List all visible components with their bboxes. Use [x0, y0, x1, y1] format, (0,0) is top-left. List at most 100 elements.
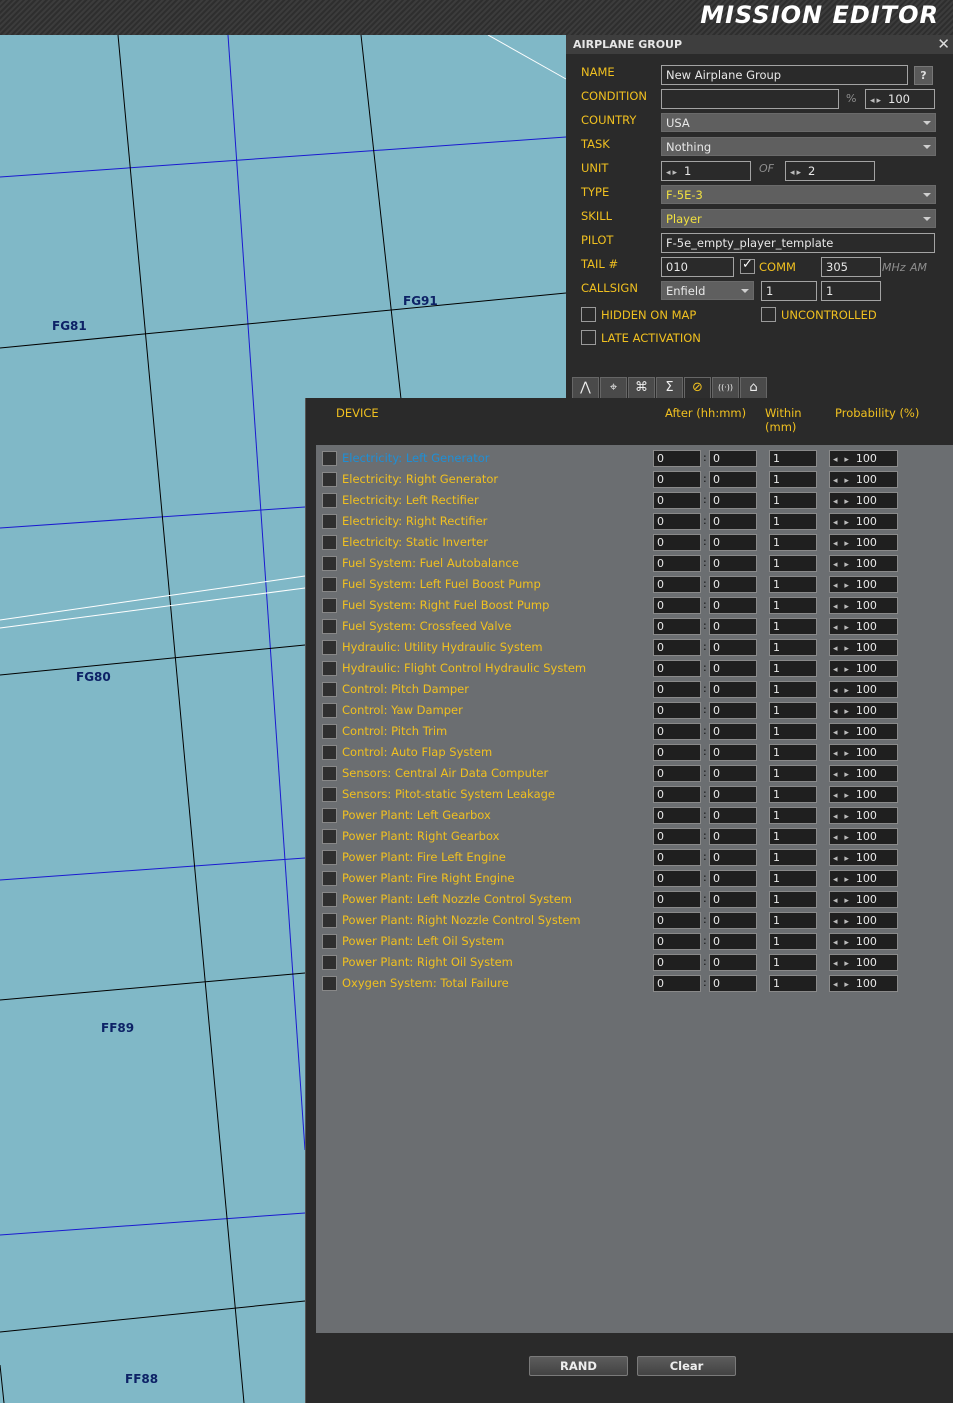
within-field[interactable]: 1 [769, 744, 817, 761]
failure-enable-checkbox[interactable] [322, 766, 337, 781]
payload-icon[interactable]: ⌂ [740, 377, 767, 399]
within-field[interactable]: 1 [769, 849, 817, 866]
failure-enable-checkbox[interactable] [322, 787, 337, 802]
failure-row[interactable]: Sensors: Central Air Data Computer 0:0 1 ◂ … [316, 763, 953, 784]
late-activation-checkbox[interactable] [581, 330, 596, 345]
after-minutes-field[interactable]: 0 [709, 891, 757, 908]
pilot-field[interactable]: F-5e_empty_player_template [661, 233, 935, 253]
failure-enable-checkbox[interactable] [322, 619, 337, 634]
after-hours-field[interactable]: 0 [653, 912, 701, 929]
within-field[interactable]: 1 [769, 807, 817, 824]
unit-index-spinner[interactable]: ◂▸ 1 [661, 161, 751, 181]
spinner-arrows-icon[interactable]: ◂ ▸ [833, 728, 851, 738]
spinner-arrows-icon[interactable]: ◂ ▸ [833, 812, 851, 822]
probability-spinner[interactable]: ◂ ▸ 100 [829, 849, 898, 866]
probability-spinner[interactable]: ◂ ▸ 100 [829, 555, 898, 572]
after-hours-field[interactable]: 0 [653, 870, 701, 887]
failure-enable-checkbox[interactable] [322, 892, 337, 907]
within-field[interactable]: 1 [769, 639, 817, 656]
frequency-field[interactable]: 305 [821, 257, 881, 277]
failure-enable-checkbox[interactable] [322, 535, 337, 550]
spinner-arrows-icon[interactable]: ◂ ▸ [833, 602, 851, 612]
comm-checkbox[interactable] [740, 257, 755, 274]
failure-row[interactable]: Control: Yaw Damper 0:0 1 ◂ ▸ 100 [316, 700, 953, 721]
within-field[interactable]: 1 [769, 891, 817, 908]
task-select[interactable]: Nothing [661, 137, 936, 156]
probability-spinner[interactable]: ◂ ▸ 100 [829, 660, 898, 677]
failure-enable-checkbox[interactable] [322, 514, 337, 529]
probability-spinner[interactable]: ◂ ▸ 100 [829, 450, 898, 467]
within-field[interactable]: 1 [769, 765, 817, 782]
condition-field[interactable] [661, 89, 839, 109]
probability-spinner[interactable]: ◂ ▸ 100 [829, 492, 898, 509]
failure-enable-checkbox[interactable] [322, 472, 337, 487]
country-select[interactable]: USA [661, 113, 936, 132]
spinner-arrows-icon[interactable]: ◂ ▸ [833, 476, 851, 486]
condition-percent-spinner[interactable]: ◂▸ 100 [865, 89, 935, 109]
after-minutes-field[interactable]: 0 [709, 639, 757, 656]
after-hours-field[interactable]: 0 [653, 681, 701, 698]
after-minutes-field[interactable]: 0 [709, 933, 757, 950]
name-field[interactable]: New Airplane Group [661, 65, 908, 85]
spinner-arrows-icon[interactable]: ◂ ▸ [833, 875, 851, 885]
spinner-arrows-icon[interactable]: ◂▸ [870, 96, 883, 106]
within-field[interactable]: 1 [769, 870, 817, 887]
failure-row[interactable]: Oxygen System: Total Failure 0:0 1 ◂ ▸ 100 [316, 973, 953, 994]
after-hours-field[interactable]: 0 [653, 450, 701, 467]
spinner-arrows-icon[interactable]: ◂ ▸ [833, 917, 851, 927]
after-minutes-field[interactable]: 0 [709, 492, 757, 509]
close-icon[interactable]: ✕ [937, 35, 950, 53]
within-field[interactable]: 1 [769, 471, 817, 488]
probability-spinner[interactable]: ◂ ▸ 100 [829, 891, 898, 908]
after-minutes-field[interactable]: 0 [709, 597, 757, 614]
after-hours-field[interactable]: 0 [653, 660, 701, 677]
failure-enable-checkbox[interactable] [322, 808, 337, 823]
spinner-arrows-icon[interactable]: ◂ ▸ [833, 518, 851, 528]
callsign-select[interactable]: Enfield [661, 281, 754, 300]
failure-enable-checkbox[interactable] [322, 871, 337, 886]
failure-row[interactable]: Fuel System: Crossfeed Valve 0:0 1 ◂ ▸ 100 [316, 616, 953, 637]
probability-spinner[interactable]: ◂ ▸ 100 [829, 786, 898, 803]
after-hours-field[interactable]: 0 [653, 618, 701, 635]
probability-spinner[interactable]: ◂ ▸ 100 [829, 639, 898, 656]
failure-enable-checkbox[interactable] [322, 829, 337, 844]
failure-enable-checkbox[interactable] [322, 934, 337, 949]
within-field[interactable]: 1 [769, 954, 817, 971]
after-hours-field[interactable]: 0 [653, 534, 701, 551]
spinner-arrows-icon[interactable]: ◂ ▸ [833, 833, 851, 843]
failure-row[interactable]: Power Plant: Right Nozzle Control System… [316, 910, 953, 931]
spinner-arrows-icon[interactable]: ◂ ▸ [833, 581, 851, 591]
probability-spinner[interactable]: ◂ ▸ 100 [829, 597, 898, 614]
spinner-arrows-icon[interactable]: ◂ ▸ [833, 455, 851, 465]
within-field[interactable]: 1 [769, 618, 817, 635]
probability-spinner[interactable]: ◂ ▸ 100 [829, 954, 898, 971]
type-select[interactable]: F-5E-3 [661, 185, 936, 204]
within-field[interactable]: 1 [769, 660, 817, 677]
probability-spinner[interactable]: ◂ ▸ 100 [829, 744, 898, 761]
probability-spinner[interactable]: ◂ ▸ 100 [829, 681, 898, 698]
failure-row[interactable]: Hydraulic: Flight Control Hydraulic Syst… [316, 658, 953, 679]
after-hours-field[interactable]: 0 [653, 639, 701, 656]
sum-icon[interactable]: Σ [656, 377, 683, 399]
spinner-arrows-icon[interactable]: ◂ ▸ [833, 854, 851, 864]
failure-row[interactable]: Power Plant: Left Oil System 0:0 1 ◂ ▸ 100 [316, 931, 953, 952]
after-hours-field[interactable]: 0 [653, 723, 701, 740]
failure-row[interactable]: Power Plant: Fire Left Engine 0:0 1 ◂ ▸ 100 [316, 847, 953, 868]
after-hours-field[interactable]: 0 [653, 807, 701, 824]
failure-row[interactable]: Power Plant: Right Gearbox 0:0 1 ◂ ▸ 100 [316, 826, 953, 847]
failure-enable-checkbox[interactable] [322, 577, 337, 592]
failure-row[interactable]: Electricity: Left Rectifier 0:0 1 ◂ ▸ 100 [316, 490, 953, 511]
after-minutes-field[interactable]: 0 [709, 870, 757, 887]
spinner-arrows-icon[interactable]: ◂ ▸ [833, 539, 851, 549]
spinner-arrows-icon[interactable]: ◂ ▸ [833, 686, 851, 696]
probability-spinner[interactable]: ◂ ▸ 100 [829, 765, 898, 782]
tail-number-field[interactable]: 010 [661, 257, 734, 277]
after-minutes-field[interactable]: 0 [709, 618, 757, 635]
spinner-arrows-icon[interactable]: ◂▸ [666, 168, 679, 178]
after-hours-field[interactable]: 0 [653, 513, 701, 530]
after-hours-field[interactable]: 0 [653, 702, 701, 719]
spinner-arrows-icon[interactable]: ◂ ▸ [833, 665, 851, 675]
spinner-arrows-icon[interactable]: ◂ ▸ [833, 770, 851, 780]
failure-row[interactable]: Fuel System: Fuel Autobalance 0:0 1 ◂ ▸ 100 [316, 553, 953, 574]
after-minutes-field[interactable]: 0 [709, 765, 757, 782]
